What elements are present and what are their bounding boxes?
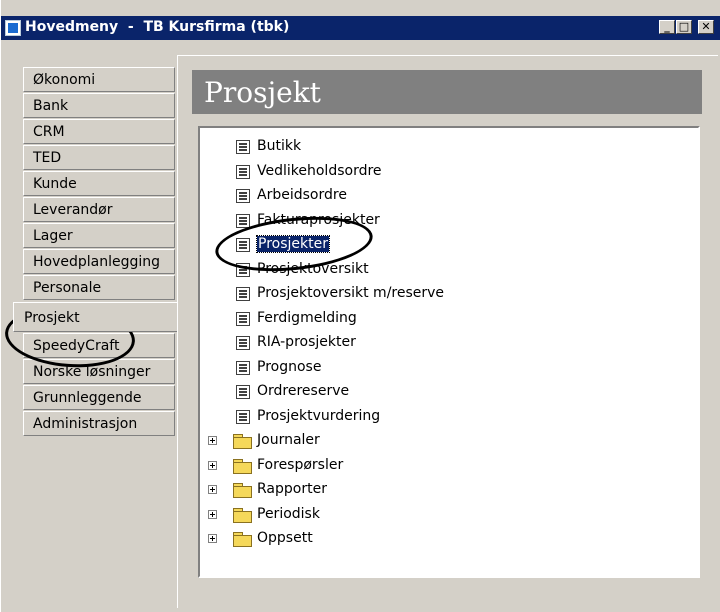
tree-folder-label: Forespørsler (257, 456, 344, 473)
menu-tree: Butikk Vedlikeholdsordre Arbeidsordre Faktu… (198, 126, 700, 578)
tree-folder-label: Periodisk (257, 505, 320, 522)
form-icon (236, 409, 250, 424)
form-icon (236, 287, 250, 301)
window-title: Hovedmeny - TB Kursfirma (tbk) (25, 19, 290, 35)
folder-icon (233, 434, 252, 449)
form-icon (236, 262, 250, 277)
folder-icon (233, 483, 252, 498)
sidebar-item-kunde[interactable]: Kunde (23, 171, 175, 196)
app-icon (5, 20, 21, 36)
sidebar-item-prosjekt[interactable]: Prosjekt (13, 302, 177, 332)
sidebar-item-lager[interactable]: Lager (23, 223, 175, 248)
form-icon (236, 385, 250, 399)
tree-item-label: Ordrereserve (257, 383, 350, 399)
expand-icon[interactable] (208, 485, 217, 494)
sidebar-item-bank[interactable]: Bank (23, 93, 175, 118)
module-sidebar: Økonomi Bank CRM TED Kunde Leverandør Lager Hov… (13, 67, 177, 437)
form-icon (236, 311, 250, 326)
sidebar-item-økonomi[interactable]: Økonomi (23, 67, 175, 92)
minimize-button[interactable]: _ (659, 20, 675, 34)
tree-item-label: RIA-prosjekter (257, 334, 356, 350)
tree-item-label: Prosjektvurdering (257, 407, 381, 424)
expand-icon[interactable] (208, 460, 217, 470)
tree-item-label: Prosjekter (256, 235, 330, 253)
tree-item-label: Vedlikeholdsordre (257, 162, 382, 179)
sidebar-item-hovedplanlegging[interactable]: Hovedplanlegging (23, 249, 175, 274)
tree-folder-label: Journaler (257, 432, 320, 448)
form-icon (236, 238, 250, 252)
main-menu-window: Hovedmeny - TB Kursfirma (tbk) _ □ ✕ Øko… (0, 0, 720, 612)
sidebar-item-ted[interactable]: TED (23, 145, 175, 170)
sidebar-item-speedycraft[interactable]: SpeedyCraft (23, 333, 175, 358)
folder-icon (233, 507, 252, 523)
form-icon (236, 213, 250, 228)
sidebar-item-leverandør[interactable]: Leverandør (23, 197, 175, 222)
folder-icon (233, 458, 252, 474)
tree-item-label: Prosjektoversikt m/reserve (257, 285, 445, 301)
tree-item-label: Butikk (257, 138, 302, 154)
expand-icon[interactable] (208, 436, 217, 445)
tree-item-label: Prognose (257, 358, 322, 375)
tree-item-label: Prosjektoversikt (257, 260, 369, 277)
module-header: Prosjekt (192, 70, 702, 114)
form-icon (236, 360, 250, 375)
sidebar-item-personale[interactable]: Personale (23, 275, 175, 300)
sidebar-item-administrasjon[interactable]: Administrasjon (23, 411, 175, 436)
sidebar-item-norske-løsninger[interactable]: Norske løsninger (23, 359, 175, 384)
form-icon (236, 189, 250, 203)
expand-icon[interactable] (208, 509, 217, 519)
form-icon (236, 336, 250, 350)
form-icon (236, 140, 250, 154)
expand-icon[interactable] (208, 534, 217, 543)
tree-item-label: Fakturaprosjekter (257, 211, 380, 228)
title-bar[interactable]: Hovedmeny - TB Kursfirma (tbk) _ □ ✕ (1, 16, 720, 40)
sidebar-item-crm[interactable]: CRM (23, 119, 175, 144)
tree-folder-label: Oppsett (257, 530, 313, 546)
module-title: Prosjekt (204, 76, 321, 109)
maximize-button[interactable]: □ (676, 20, 692, 34)
sidebar-item-grunnleggende[interactable]: Grunnleggende (23, 385, 175, 410)
close-button[interactable]: ✕ (698, 20, 714, 34)
tree-item-label: Arbeidsordre (257, 187, 347, 203)
content-panel: Prosjekt Butikk Vedlikeholdsordre Arbeidso… (177, 55, 718, 608)
form-icon (236, 164, 250, 179)
folder-icon (233, 532, 252, 547)
tree-item-label: Ferdigmelding (257, 309, 357, 326)
tree-folder-label: Rapporter (257, 481, 327, 497)
